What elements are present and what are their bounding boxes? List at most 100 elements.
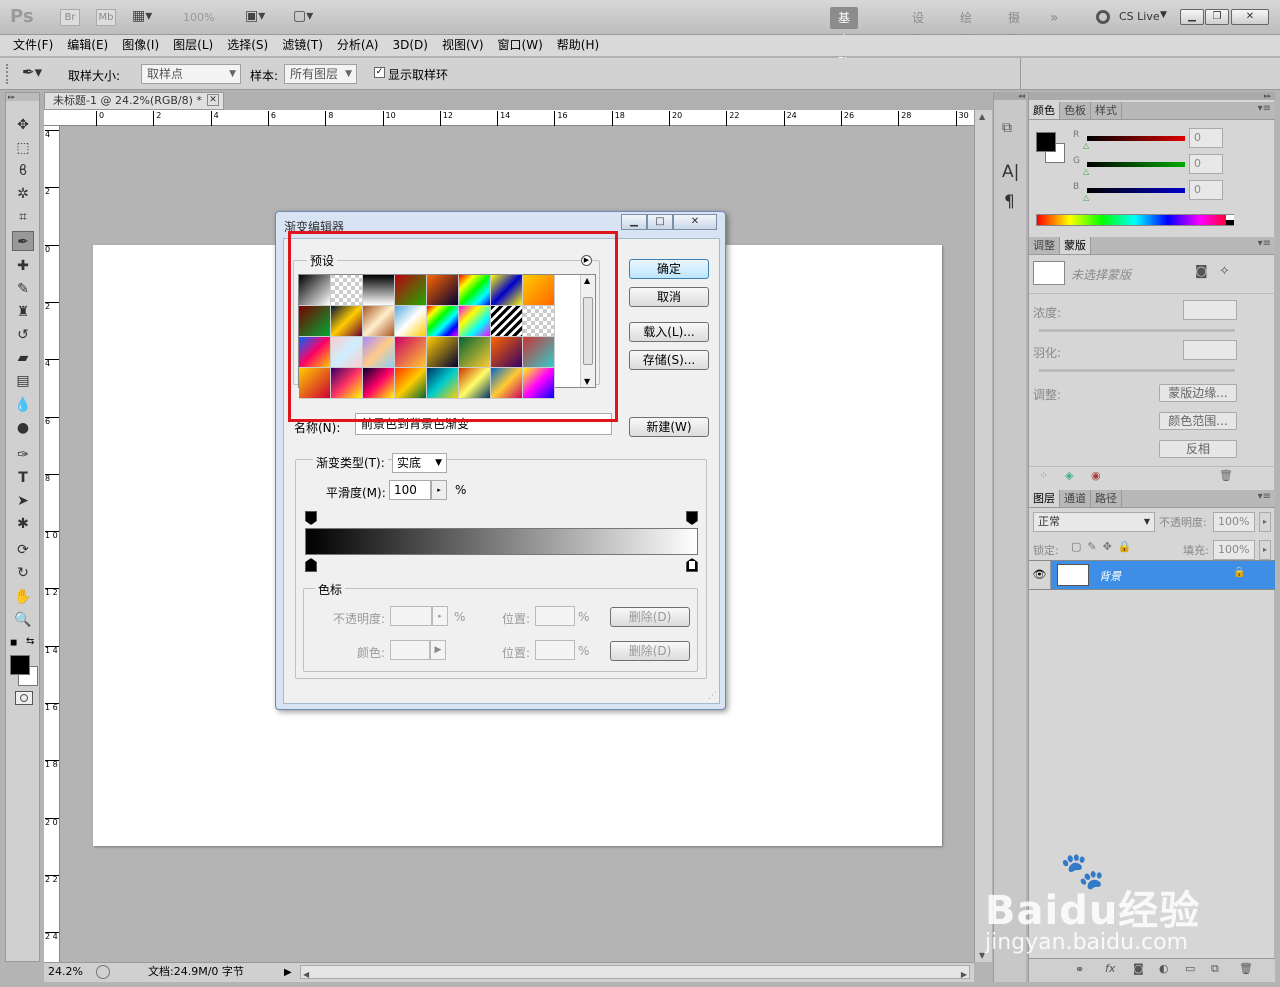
feather-field[interactable]	[1183, 340, 1237, 360]
resize-grip-icon[interactable]: ⋰	[708, 691, 717, 701]
opacity-field[interactable]: 100%	[1213, 512, 1255, 532]
stop-opacity-input[interactable]	[390, 606, 432, 626]
stop-color-arrow-icon[interactable]: ▶	[430, 640, 446, 660]
cs-live-chevron-icon[interactable]: ▼	[1160, 10, 1167, 20]
ok-button[interactable]: 确定	[629, 259, 709, 279]
density-field[interactable]	[1183, 300, 1237, 320]
type-tool-icon[interactable]: T	[12, 468, 34, 488]
foreground-color-swatch[interactable]	[10, 655, 30, 675]
status-preview-icon[interactable]	[96, 965, 110, 979]
load-selection-icon[interactable]: ⁘	[1039, 469, 1048, 482]
cs-live-icon[interactable]	[1096, 10, 1110, 24]
channel-value-field[interactable]: 0	[1189, 180, 1223, 200]
fill-slider-arrow-icon[interactable]: ▸	[1259, 540, 1271, 560]
vertical-scrollbar[interactable]: ▲ ▼	[974, 110, 992, 962]
zoom-level-display[interactable]: 100%	[183, 11, 214, 24]
menu-item[interactable]: 3D(D)	[385, 35, 434, 55]
adjustment-layer-icon[interactable]: ◐	[1159, 962, 1169, 975]
save-button[interactable]: 存储(S)...	[629, 350, 709, 370]
tab-masks[interactable]: 蒙版	[1060, 237, 1091, 254]
workspace-photography[interactable]: 摄影	[1000, 7, 1028, 47]
layer-row-background[interactable]: 👁 背景 🔒	[1029, 560, 1275, 590]
menu-item[interactable]: 窗口(W)	[491, 35, 550, 55]
smoothness-slider-arrow-icon[interactable]: ▸	[431, 480, 447, 500]
healing-brush-tool-icon[interactable]: ✚	[12, 256, 34, 276]
slider-thumb-icon[interactable]: △	[1083, 193, 1089, 202]
scroll-left-icon[interactable]: ◀	[303, 966, 309, 984]
menu-item[interactable]: 分析(A)	[330, 35, 386, 55]
menu-item[interactable]: 文件(F)	[6, 35, 60, 55]
layer-name[interactable]: 背景	[1099, 568, 1121, 584]
status-menu-arrow-icon[interactable]: ▶	[284, 964, 296, 980]
cs-live-menu[interactable]: CS Live	[1119, 10, 1160, 23]
slider-thumb-icon[interactable]: △	[1083, 141, 1089, 150]
move-tool-icon[interactable]: ✥	[12, 115, 34, 135]
workspace-more[interactable]: »	[1042, 7, 1067, 29]
marquee-tool-icon[interactable]: ⬚	[12, 138, 34, 158]
zoom-status[interactable]: 24.2%	[48, 963, 83, 981]
channel-value-field[interactable]: 0	[1189, 154, 1223, 174]
clone-stamp-tool-icon[interactable]: ♜	[12, 302, 34, 322]
gradient-tool-icon[interactable]: ▤	[12, 371, 34, 391]
arrange-documents-icon[interactable]: ▣▾	[245, 8, 265, 24]
channel-slider[interactable]	[1087, 188, 1185, 193]
history-brush-tool-icon[interactable]: ↺	[12, 325, 34, 345]
minimize-button[interactable]: ▁	[1180, 9, 1204, 25]
apply-mask-icon[interactable]: ◈	[1065, 469, 1073, 482]
channel-slider[interactable]	[1087, 136, 1185, 141]
menu-item[interactable]: 帮助(H)	[550, 35, 606, 55]
color-range-button[interactable]: 颜色范围...	[1159, 412, 1237, 430]
layer-style-icon[interactable]: fx	[1105, 962, 1115, 975]
scroll-right-icon[interactable]: ▶	[961, 966, 967, 984]
document-tab[interactable]: 未标题-1 @ 24.2%(RGB/8) * ✕	[44, 92, 224, 110]
show-ring-checkbox[interactable]: ✓	[374, 67, 385, 78]
dialog-minimize-button[interactable]: ▁	[621, 214, 647, 230]
3d-rotate-tool-icon[interactable]: ⟳	[12, 540, 34, 560]
path-selection-tool-icon[interactable]: ➤	[12, 491, 34, 511]
add-mask-icon[interactable]: ◙	[1133, 962, 1144, 975]
delete-opacity-stop-button[interactable]: 删除(D)	[610, 607, 690, 627]
menu-item[interactable]: 选择(S)	[220, 35, 275, 55]
add-vector-mask-icon[interactable]: ✧	[1219, 264, 1230, 279]
workspace-design[interactable]: 设计	[904, 7, 932, 47]
stop-color-swatch[interactable]	[390, 640, 430, 660]
tab-adjustments[interactable]: 调整	[1029, 237, 1060, 254]
invert-button[interactable]: 反相	[1159, 440, 1237, 458]
smoothness-input[interactable]: 100	[389, 480, 431, 500]
fill-field[interactable]: 100%	[1213, 540, 1255, 560]
color-position-input[interactable]	[535, 640, 575, 660]
tab-color[interactable]: 颜色	[1029, 102, 1060, 119]
tab-styles[interactable]: 样式	[1091, 102, 1122, 119]
color-spectrum-bar[interactable]	[1036, 214, 1234, 226]
crop-tool-icon[interactable]: ⌗	[12, 207, 34, 227]
gradient-preview-bar[interactable]	[305, 528, 698, 555]
tab-channels[interactable]: 通道	[1060, 490, 1091, 507]
link-layers-icon[interactable]: ⚭	[1075, 963, 1084, 976]
dodge-tool-icon[interactable]: ●	[12, 418, 34, 438]
menu-item[interactable]: 图层(L)	[166, 35, 220, 55]
workspace-essentials[interactable]: 基本功能	[830, 7, 859, 91]
channel-slider[interactable]	[1087, 162, 1185, 167]
vertical-ruler[interactable]: 4 2 0 2 4 6 8 1 0 1 2 1 4 1 6 1 8 2 0 2 2 2 4	[44, 126, 60, 962]
sample-select[interactable]: 所有图层 ▼	[284, 64, 357, 84]
tab-swatches[interactable]: 色板	[1060, 102, 1091, 119]
panel-menu-icon[interactable]: ▾≡	[1258, 491, 1271, 502]
opacity-slider-arrow-icon[interactable]: ▸	[1259, 512, 1271, 532]
new-layer-icon[interactable]: ⧉	[1211, 962, 1219, 976]
blur-tool-icon[interactable]: 💧	[12, 395, 34, 415]
new-button[interactable]: 新建(W)	[629, 417, 709, 437]
quick-mask-icon[interactable]	[15, 691, 33, 705]
horizontal-ruler[interactable]: 0 2 4 6 8 10 12 14 16 18 20 22 24 26 28 30	[44, 110, 974, 126]
feather-slider[interactable]	[1039, 369, 1235, 372]
menu-item[interactable]: 编辑(E)	[60, 35, 115, 55]
panels-collapse-icon[interactable]: ▸▸	[1029, 92, 1275, 100]
opacity-position-input[interactable]	[535, 606, 575, 626]
disable-mask-icon[interactable]: ◉	[1091, 469, 1101, 482]
density-slider[interactable]	[1039, 329, 1235, 332]
eraser-tool-icon[interactable]: ▰	[12, 348, 34, 368]
tab-layers[interactable]: 图层	[1029, 490, 1060, 507]
blend-mode-select[interactable]: 正常 ▼	[1033, 512, 1155, 532]
lasso-tool-icon[interactable]: ϐ	[12, 161, 34, 181]
menu-item[interactable]: 图像(I)	[115, 35, 166, 55]
delete-mask-icon[interactable]: 🗑	[1219, 469, 1233, 482]
